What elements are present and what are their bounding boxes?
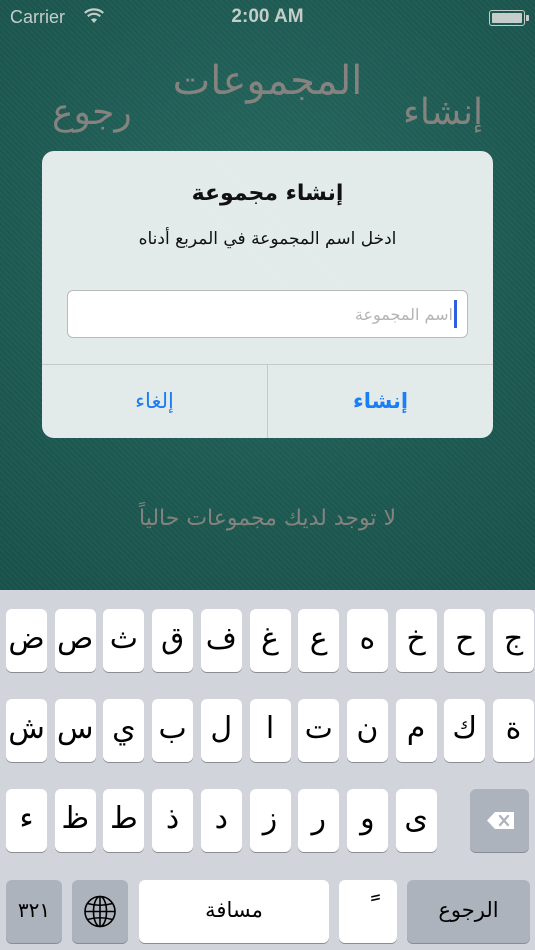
key-row2-6[interactable]: ت <box>298 699 340 762</box>
key-row1-3[interactable]: ق <box>152 609 194 672</box>
dialog-title: إنشاء مجموعة <box>191 181 344 206</box>
key-row3-0[interactable]: ء <box>6 789 47 852</box>
key-row2-4[interactable]: ل <box>200 699 242 762</box>
space-key[interactable]: مسافة <box>139 880 329 943</box>
arabic-keyboard: ضصثقفغعهخحج شسيبلاتنمكة ءظطذدزروى ٣٢١ مساف… <box>0 590 535 950</box>
key-row3-4[interactable]: د <box>200 789 242 852</box>
group-name-input[interactable] <box>67 290 468 338</box>
key-row3-3[interactable]: ذ <box>152 789 194 852</box>
key-row2-9[interactable]: ك <box>444 699 486 762</box>
dialog-message: ادخل اسم المجموعة في المربع أدناه <box>138 229 397 249</box>
key-row1-0[interactable]: ض <box>6 609 47 672</box>
backspace-icon <box>487 812 514 829</box>
key-row1-5[interactable]: غ <box>249 609 291 672</box>
key-row3-2[interactable]: ط <box>103 789 145 852</box>
globe-key[interactable] <box>72 880 128 943</box>
numbers-key[interactable]: ٣٢١ <box>6 880 62 943</box>
create-group-dialog: إنشاء مجموعة ادخل اسم المجموعة في المربع… <box>42 151 493 438</box>
delete-key[interactable] <box>470 789 529 852</box>
key-row2-0[interactable]: ش <box>6 699 47 762</box>
tanween-key[interactable]: ً <box>339 880 397 943</box>
key-row3-1[interactable]: ظ <box>54 789 96 852</box>
key-row3-6[interactable]: ر <box>298 789 340 852</box>
text-cursor <box>454 300 457 328</box>
key-row1-2[interactable]: ث <box>103 609 145 672</box>
cancel-button[interactable]: إلغاء <box>42 365 267 438</box>
create-button[interactable]: إنشاء <box>268 365 493 438</box>
key-row1-10[interactable]: ج <box>493 609 534 672</box>
key-row2-5[interactable]: ا <box>249 699 291 762</box>
key-row2-1[interactable]: س <box>54 699 96 762</box>
key-row1-1[interactable]: ص <box>54 609 96 672</box>
key-row2-10[interactable]: ة <box>493 699 534 762</box>
globe-icon <box>84 895 116 928</box>
key-row1-6[interactable]: ع <box>298 609 340 672</box>
key-row3-8[interactable]: ى <box>395 789 437 852</box>
key-row2-7[interactable]: ن <box>346 699 388 762</box>
key-row2-8[interactable]: م <box>395 699 437 762</box>
key-row2-2[interactable]: ي <box>103 699 145 762</box>
return-key[interactable]: الرجوع <box>407 880 530 943</box>
key-row1-9[interactable]: ح <box>444 609 486 672</box>
key-row2-3[interactable]: ب <box>152 699 194 762</box>
key-row1-8[interactable]: خ <box>395 609 437 672</box>
key-row1-7[interactable]: ه <box>346 609 388 672</box>
key-row1-4[interactable]: ف <box>200 609 242 672</box>
key-row3-7[interactable]: و <box>346 789 388 852</box>
key-row3-5[interactable]: ز <box>249 789 291 852</box>
